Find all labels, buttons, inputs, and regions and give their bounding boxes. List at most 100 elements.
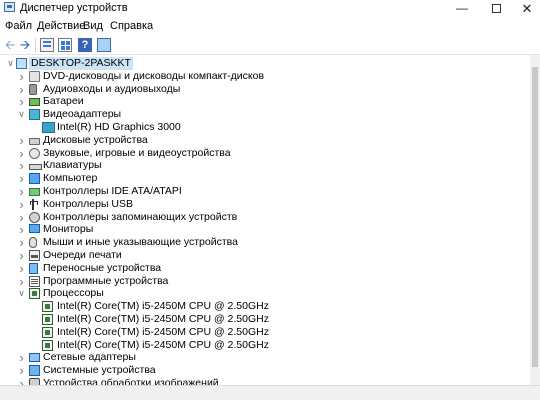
- tree-category[interactable]: › Контроллеры запоминающих устройств: [0, 211, 530, 224]
- status-bar: [0, 385, 540, 400]
- tree-category[interactable]: ∨ Процессоры: [0, 287, 530, 300]
- expanded-chevron-icon[interactable]: ∨: [17, 287, 26, 300]
- help-button[interactable]: ?: [78, 38, 92, 52]
- tree-device[interactable]: Intel(R) Core(TM) i5-2450M CPU @ 2.50GHz: [0, 326, 530, 339]
- maximize-icon: [491, 4, 501, 14]
- maximize-button[interactable]: [481, 0, 511, 17]
- tree-root-label: DESKTOP-2PASKKT: [29, 57, 133, 70]
- monitor-icon[interactable]: [97, 38, 111, 52]
- collapsed-chevron-icon[interactable]: ›: [17, 275, 26, 288]
- tree-category-label: Сетевые адаптеры: [43, 351, 136, 364]
- tree-category[interactable]: ∨ Видеоадаптеры: [0, 108, 530, 121]
- tree-category-label: Мыши и иные указывающие устройства: [43, 236, 238, 249]
- tree-category-label: Устройства обработки изображений: [43, 377, 219, 385]
- collapsed-chevron-icon[interactable]: ›: [17, 262, 26, 275]
- vertical-scrollbar[interactable]: [530, 55, 540, 385]
- dvd-drive-icon: [29, 70, 40, 82]
- title-bar: Диспетчер устройств — ✕: [0, 0, 540, 17]
- tree-category[interactable]: › Батареи: [0, 95, 530, 108]
- menu-help[interactable]: Справка: [110, 20, 153, 32]
- tree-category[interactable]: › Звуковые, игровые и видеоустройства: [0, 147, 530, 160]
- software-device-icon: [29, 275, 40, 287]
- system-device-icon: [29, 365, 40, 377]
- tree-category[interactable]: › Мониторы: [0, 223, 530, 236]
- tree-category-label: Системные устройства: [43, 364, 156, 377]
- tree-category-label: Видеоадаптеры: [43, 108, 122, 121]
- tree-category[interactable]: › Контроллеры IDE ATA/ATAPI: [0, 185, 530, 198]
- tree-category[interactable]: › Компьютер: [0, 172, 530, 185]
- tree-category-label: Очереди печати: [43, 249, 122, 261]
- tree-device[interactable]: Intel(R) Core(TM) i5-2450M CPU @ 2.50GHz: [0, 300, 530, 313]
- storage-controller-icon: [29, 211, 40, 223]
- tree-category[interactable]: › Переносные устройства: [0, 262, 530, 275]
- tree-category-label: Переносные устройства: [43, 261, 162, 274]
- tree-device-label: Intel(R) Core(TM) i5-2450M CPU @ 2.50GHz: [57, 338, 269, 351]
- network-adapter-icon: [29, 353, 40, 363]
- tree-category[interactable]: › Очереди печати: [0, 249, 530, 262]
- print-queue-icon: [29, 250, 40, 261]
- keyboard-icon: [29, 164, 42, 171]
- computer-icon: [29, 173, 40, 185]
- tree-category[interactable]: › Аудиовходы и аудиовыходы: [0, 83, 530, 96]
- tree-category[interactable]: › Устройства обработки изображений: [0, 377, 530, 385]
- tree-category[interactable]: › Дисковые устройства: [0, 134, 530, 147]
- tree-category-label: Процессоры: [43, 287, 104, 300]
- tree-device[interactable]: Intel(R) HD Graphics 3000: [0, 121, 530, 134]
- collapsed-chevron-icon[interactable]: ›: [17, 134, 26, 147]
- menu-action[interactable]: Действие: [37, 20, 85, 32]
- cpu-icon: [42, 314, 53, 325]
- tree-category-label: Программные устройства: [43, 274, 169, 287]
- tree-device-label: Intel(R) Core(TM) i5-2450M CPU @ 2.50GHz: [57, 313, 269, 325]
- tree-category[interactable]: › DVD-дисководы и дисководы компакт-диско…: [0, 70, 530, 83]
- tree-device-label: Intel(R) Core(TM) i5-2450M CPU @ 2.50GHz: [57, 300, 269, 313]
- collapsed-chevron-icon[interactable]: ›: [17, 198, 26, 211]
- menu-file[interactable]: Файл: [5, 20, 32, 32]
- properties-icon[interactable]: [40, 38, 54, 52]
- collapsed-chevron-icon[interactable]: ›: [17, 95, 26, 108]
- tree-category[interactable]: › Системные устройства: [0, 364, 530, 377]
- imaging-device-icon: [29, 378, 40, 385]
- tree-device[interactable]: Intel(R) Core(TM) i5-2450M CPU @ 2.50GHz: [0, 339, 530, 352]
- display-adapter-icon: [29, 109, 40, 121]
- forward-arrow-icon[interactable]: 🡪: [18, 38, 32, 52]
- tree-category-label: DVD-дисководы и дисководы компакт-дисков: [43, 69, 265, 82]
- tree-category-label: Мониторы: [43, 223, 94, 236]
- tree-category-label: Контроллеры USB: [43, 197, 133, 210]
- back-arrow-icon[interactable]: 🡨: [3, 38, 17, 52]
- expanded-chevron-icon[interactable]: ∨: [6, 57, 15, 70]
- tree-category[interactable]: › Мыши и иные указывающие устройства: [0, 236, 530, 249]
- tree-category[interactable]: › Программные устройства: [0, 275, 530, 288]
- computer-root-icon: [16, 58, 27, 69]
- tree-category-label: Дисковые устройства: [43, 133, 148, 146]
- tree-device[interactable]: Intel(R) Core(TM) i5-2450M CPU @ 2.50GHz: [0, 313, 530, 326]
- tree-root[interactable]: ∨ DESKTOP-2PASKKT: [0, 57, 530, 70]
- tree-device-label: Intel(R) Core(TM) i5-2450M CPU @ 2.50GHz: [57, 325, 269, 338]
- tree-category-label: Контроллеры IDE ATA/ATAPI: [43, 185, 182, 197]
- tree-category[interactable]: › Контроллеры USB: [0, 198, 530, 211]
- expanded-chevron-icon[interactable]: ∨: [17, 108, 26, 121]
- tree-category[interactable]: › Клавиатуры: [0, 159, 530, 172]
- device-tree: ∨ DESKTOP-2PASKKT › DVD-дисководы и дисково…: [0, 55, 530, 385]
- tree-category-label: Клавиатуры: [43, 159, 102, 172]
- monitor-icon: [29, 224, 40, 234]
- cpu-icon: [42, 326, 53, 338]
- collapsed-chevron-icon[interactable]: ›: [17, 377, 26, 385]
- minimize-button[interactable]: —: [447, 0, 477, 17]
- scrollbar-thumb[interactable]: [532, 67, 538, 367]
- collapsed-chevron-icon[interactable]: ›: [17, 70, 26, 83]
- battery-icon: [29, 98, 40, 107]
- disk-drive-icon: [29, 137, 40, 145]
- portable-device-icon: [29, 262, 38, 274]
- menu-view[interactable]: Вид: [83, 20, 103, 32]
- grid-icon[interactable]: [58, 38, 72, 52]
- usb-icon: [29, 198, 38, 210]
- tree-category-label: Аудиовходы и аудиовыходы: [43, 82, 181, 95]
- device-manager-app-icon: [4, 2, 15, 12]
- tree-device-label: Intel(R) HD Graphics 3000: [57, 121, 181, 133]
- close-button[interactable]: ✕: [512, 0, 540, 17]
- audio-io-icon: [29, 83, 37, 95]
- tree-category[interactable]: › Сетевые адаптеры: [0, 351, 530, 364]
- tree-category-label: Компьютер: [43, 172, 98, 185]
- tree-category-label: Звуковые, игровые и видеоустройства: [43, 146, 231, 159]
- ide-controller-icon: [29, 188, 40, 196]
